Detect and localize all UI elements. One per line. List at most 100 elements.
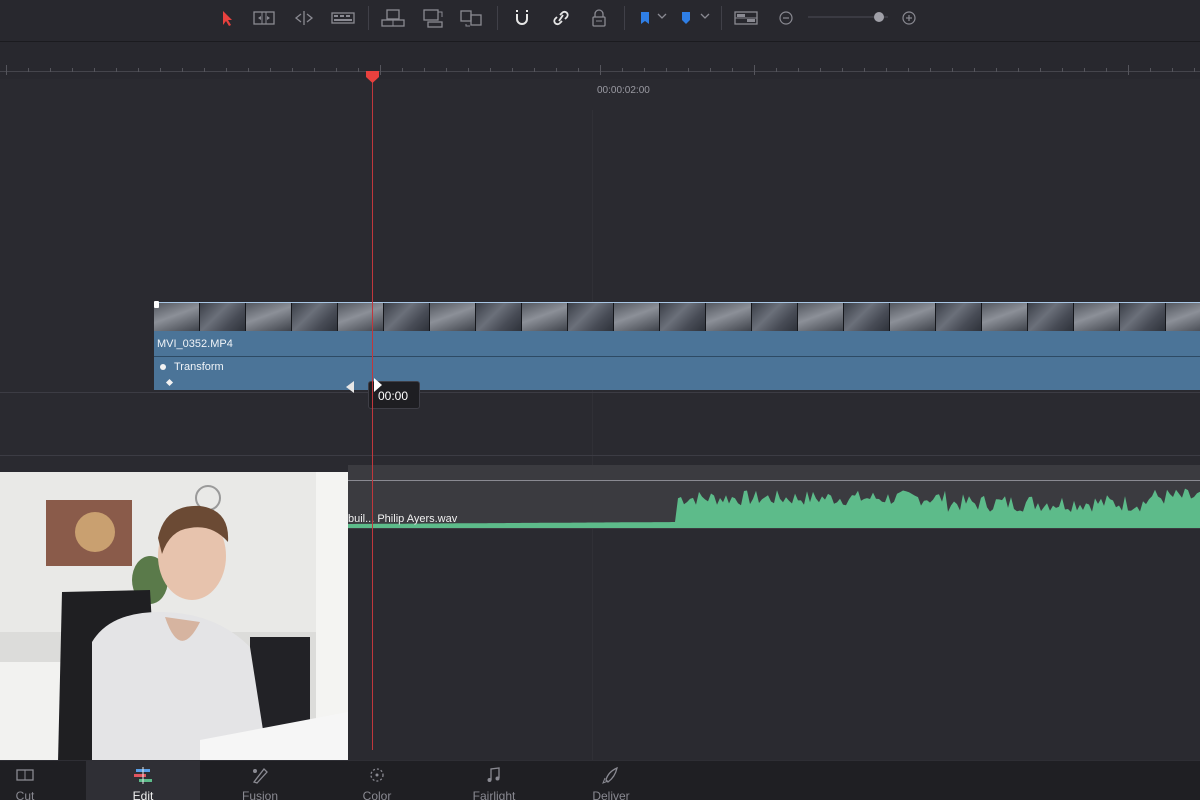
- effect-label[interactable]: Transform: [174, 361, 224, 373]
- page-tab-cut[interactable]: Cut: [0, 761, 82, 800]
- previous-keyframe-button[interactable]: [346, 381, 354, 393]
- insert-clip-button[interactable]: [379, 6, 407, 30]
- clip-thumbnail: [706, 303, 752, 331]
- flag-button[interactable]: [630, 6, 658, 30]
- page-tab-label: Cut: [15, 789, 35, 800]
- ruler-tick: [600, 65, 601, 75]
- zoom-slider-handle[interactable]: [874, 12, 884, 22]
- dynamic-trim-mode-button[interactable]: [290, 6, 318, 30]
- page-navigation-bar: Cut Edit Fusion Color Fairlight Deliver: [0, 760, 1200, 800]
- page-tab-fairlight[interactable]: Fairlight: [437, 761, 551, 800]
- clip-divider: [154, 356, 1200, 357]
- page-tab-color[interactable]: Color: [320, 761, 434, 800]
- ruler-tick: [908, 68, 909, 72]
- ruler-tick: [28, 68, 29, 72]
- clip-thumbnail: [246, 303, 292, 331]
- timeline-ruler[interactable]: [0, 43, 1200, 79]
- ruler-tick: [380, 65, 381, 75]
- ruler-tick: [666, 68, 667, 72]
- mouse-cursor: [374, 378, 382, 392]
- effect-bullet: [160, 364, 166, 370]
- clip-start-handle[interactable]: [154, 301, 159, 308]
- clip-thumbnail: [798, 303, 844, 331]
- ruler-tick: [556, 68, 557, 72]
- clip-thumbnails: [154, 303, 1200, 331]
- ruler-tick: [864, 68, 865, 72]
- ruler-tick: [820, 68, 821, 72]
- view-options-icon: [734, 11, 758, 25]
- color-page-icon: [370, 768, 384, 782]
- ruler-tick: [1106, 68, 1107, 72]
- page-tab-label: Color: [362, 789, 392, 800]
- clip-thumbnail: [200, 303, 246, 331]
- overwrite-clip-button[interactable]: [418, 6, 446, 30]
- ruler-tick: [402, 68, 403, 72]
- playhead-line[interactable]: [372, 78, 373, 750]
- video-clip[interactable]: MVI_0352.MP4 Transform: [154, 301, 1200, 390]
- clip-thumbnail: [522, 303, 568, 331]
- ruler-tick: [6, 65, 7, 75]
- ruler-tick: [1150, 68, 1151, 72]
- ruler-tick: [424, 68, 425, 72]
- toolbar-divider: [497, 6, 498, 30]
- ruler-tick: [358, 68, 359, 72]
- zoom-out-button[interactable]: [772, 6, 800, 30]
- ruler-timecode-label: 00:00:02:00: [597, 85, 650, 96]
- trim-edit-mode-button[interactable]: [250, 6, 278, 30]
- clip-thumbnail: [154, 303, 200, 331]
- ruler-tick: [996, 68, 997, 72]
- clip-thumbnail: [292, 303, 338, 331]
- marker-icon: [682, 12, 690, 24]
- ruler-tick: [1062, 68, 1063, 72]
- linked-selection-button[interactable]: [547, 6, 575, 30]
- webcam-overlay: [0, 472, 348, 762]
- clip-thumbnail: [1120, 303, 1166, 331]
- ruler-tick: [1172, 68, 1173, 72]
- ruler-tick: [798, 68, 799, 72]
- insert-clip-icon: [381, 9, 405, 27]
- blade-icon: [331, 12, 355, 24]
- ruler-tick: [72, 68, 73, 72]
- fairlight-page-icon: [487, 767, 500, 782]
- timeline-gridline: [592, 110, 593, 760]
- page-tab-deliver[interactable]: Deliver: [554, 761, 668, 800]
- timeline-view-options-button[interactable]: [732, 6, 760, 30]
- clip-thumbnail: [752, 303, 798, 331]
- marker-dropdown[interactable]: [699, 8, 711, 24]
- marker-button[interactable]: [672, 6, 700, 30]
- ruler-tick: [1040, 68, 1041, 72]
- presenter-video: [0, 472, 348, 762]
- ruler-tick: [644, 68, 645, 72]
- page-tab-label: Edit: [132, 789, 154, 800]
- ruler-tick: [138, 68, 139, 72]
- clip-thumbnail: [430, 303, 476, 331]
- selection-mode-button[interactable]: [212, 6, 240, 30]
- position-lock-button[interactable]: [585, 6, 613, 30]
- ruler-tick: [270, 68, 271, 72]
- lock-icon: [592, 9, 606, 27]
- page-tab-label: Fairlight: [472, 789, 516, 800]
- page-tab-edit[interactable]: Edit: [86, 761, 200, 800]
- blade-edit-mode-button[interactable]: [329, 6, 357, 30]
- link-icon: [553, 10, 569, 26]
- ruler-tick: [1128, 65, 1129, 75]
- snapping-button[interactable]: [508, 6, 536, 30]
- ruler-tick: [1018, 68, 1019, 72]
- clip-thumbnail: [936, 303, 982, 331]
- flag-dropdown[interactable]: [656, 8, 668, 24]
- clip-thumbnail: [982, 303, 1028, 331]
- timeline-toolbar: [0, 0, 1200, 42]
- clip-thumbnail: [844, 303, 890, 331]
- audio-clip-name: buil... Philip Ayers.wav: [348, 513, 458, 525]
- ruler-tick: [204, 68, 205, 72]
- ruler-tick: [512, 68, 513, 72]
- ruler-tick: [776, 68, 777, 72]
- keyframe-marker[interactable]: [165, 378, 174, 387]
- ruler-tick: [930, 68, 931, 72]
- page-tab-fusion[interactable]: Fusion: [203, 761, 317, 800]
- replace-clip-icon: [460, 10, 482, 27]
- flag-icon: [641, 12, 649, 24]
- replace-clip-button[interactable]: [457, 6, 485, 30]
- zoom-in-button[interactable]: [895, 6, 923, 30]
- playhead-handle[interactable]: [365, 70, 380, 84]
